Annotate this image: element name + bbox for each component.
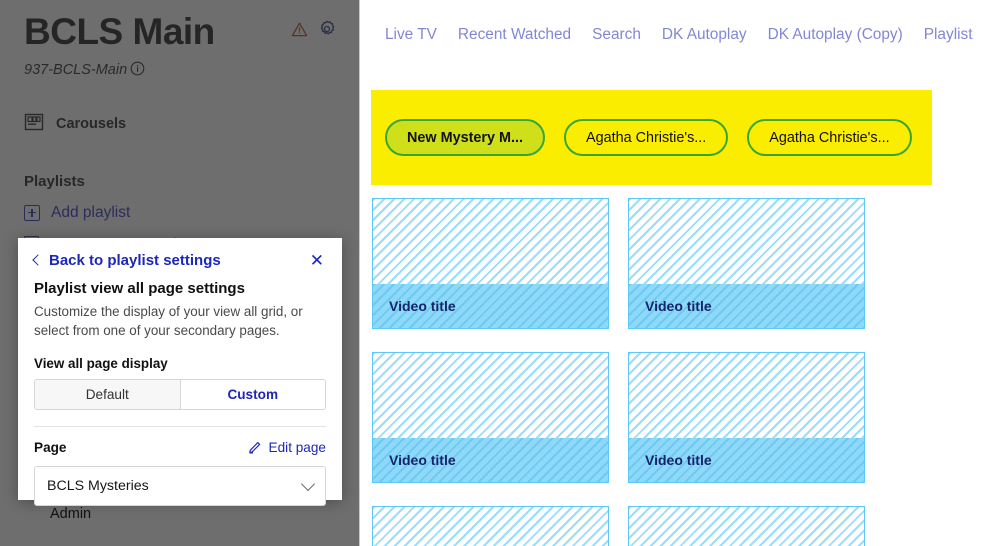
video-tile[interactable]: Video title xyxy=(372,198,609,329)
video-tile[interactable]: Video title xyxy=(628,352,865,483)
playlist-chip-row: New Mystery M... Agatha Christie's... Ag… xyxy=(371,90,932,185)
back-to-playlist-settings-link[interactable]: Back to playlist settings xyxy=(32,252,221,269)
view-all-page-display-label: View all page display xyxy=(34,355,168,371)
page-select-value: BCLS Mysteries xyxy=(47,477,149,494)
chip-new-mystery-movies[interactable]: New Mystery M... xyxy=(385,119,545,156)
chevron-left-icon xyxy=(32,254,44,266)
video-thumbnail xyxy=(373,507,608,546)
carousels-icon xyxy=(24,112,44,137)
plus-square-icon xyxy=(24,204,40,221)
sidebar-item-admin[interactable]: Admin xyxy=(50,506,91,522)
tab-search[interactable]: Search xyxy=(592,26,641,44)
sidebar-item-carousels[interactable]: Carousels xyxy=(24,112,336,137)
preview-tabs: Live TV Recent Watched Search DK Autopla… xyxy=(360,0,1003,44)
video-tile[interactable]: Video title xyxy=(628,506,865,546)
tab-live-tv[interactable]: Live TV xyxy=(385,26,437,44)
preview-panel: Live TV Recent Watched Search DK Autopla… xyxy=(360,0,1003,546)
video-thumbnail xyxy=(629,353,864,438)
page-title: BCLS Main xyxy=(24,11,215,52)
chevron-down-icon xyxy=(300,476,316,491)
highlighted-chip-band: New Mystery M... Agatha Christie's... Ag… xyxy=(371,90,932,185)
video-tile[interactable]: Video title xyxy=(372,352,609,483)
sidebar-item-label: Carousels xyxy=(56,116,127,133)
page-field-row: Page Edit page xyxy=(34,439,326,457)
video-thumbnail xyxy=(373,353,608,438)
segment-option-custom[interactable]: Custom xyxy=(180,379,325,409)
back-link-label: Back to playlist settings xyxy=(49,252,221,269)
page-select[interactable]: BCLS Mysteries xyxy=(34,465,326,506)
view-all-display-segmented-control: Default Custom xyxy=(34,378,326,410)
video-title: Video title xyxy=(373,284,608,328)
video-title: Video title xyxy=(629,438,864,482)
playlist-view-all-settings-modal: Back to playlist settings ✕ Playlist vie… xyxy=(18,238,342,506)
page-label: Page xyxy=(34,440,67,456)
modal-topbar: Back to playlist settings ✕ xyxy=(32,238,326,269)
segment-option-default[interactable]: Default xyxy=(35,379,181,409)
sidebar-item-label: Add playlist xyxy=(51,203,131,221)
tab-dk-autoplay[interactable]: DK Autoplay xyxy=(662,26,747,44)
close-icon[interactable]: ✕ xyxy=(308,252,326,269)
video-grid: Video title Video title Video title Vide… xyxy=(372,198,1003,546)
playlists-heading: Playlists xyxy=(24,172,85,190)
video-thumbnail xyxy=(629,507,864,546)
sidebar-subtitle-text: 937-BCLS-Main xyxy=(24,62,128,79)
modal-heading: Playlist view all page settings xyxy=(34,280,245,297)
video-title: Video title xyxy=(373,438,608,482)
video-tile[interactable]: Video title xyxy=(372,506,609,546)
edit-page-label: Edit page xyxy=(268,440,326,456)
modal-description: Customize the display of your view all g… xyxy=(34,304,303,339)
sidebar-header-icons xyxy=(291,0,336,38)
sidebar-header: BCLS Main xyxy=(24,0,336,53)
video-tile[interactable]: Video title xyxy=(628,198,865,329)
gear-icon[interactable] xyxy=(318,20,336,38)
info-circle-icon[interactable] xyxy=(130,61,145,80)
pencil-icon xyxy=(248,439,263,457)
edit-page-link[interactable]: Edit page xyxy=(248,439,326,457)
video-thumbnail xyxy=(629,199,864,284)
video-title: Video title xyxy=(629,284,864,328)
sidebar-subtitle: 937-BCLS-Main xyxy=(24,61,336,80)
tab-playlist[interactable]: Playlist xyxy=(924,26,973,44)
chip-agatha-christies-1[interactable]: Agatha Christie's... xyxy=(563,119,729,156)
modal-divider xyxy=(34,425,326,427)
tab-dk-autoplay-copy[interactable]: DK Autoplay (Copy) xyxy=(768,26,903,44)
tab-recent-watched[interactable]: Recent Watched xyxy=(458,26,571,44)
warning-triangle-icon[interactable] xyxy=(291,21,308,38)
chip-agatha-christies-2[interactable]: Agatha Christie's... xyxy=(747,119,912,156)
sidebar-item-add-playlist[interactable]: Add playlist xyxy=(24,204,336,222)
video-thumbnail xyxy=(373,199,608,284)
